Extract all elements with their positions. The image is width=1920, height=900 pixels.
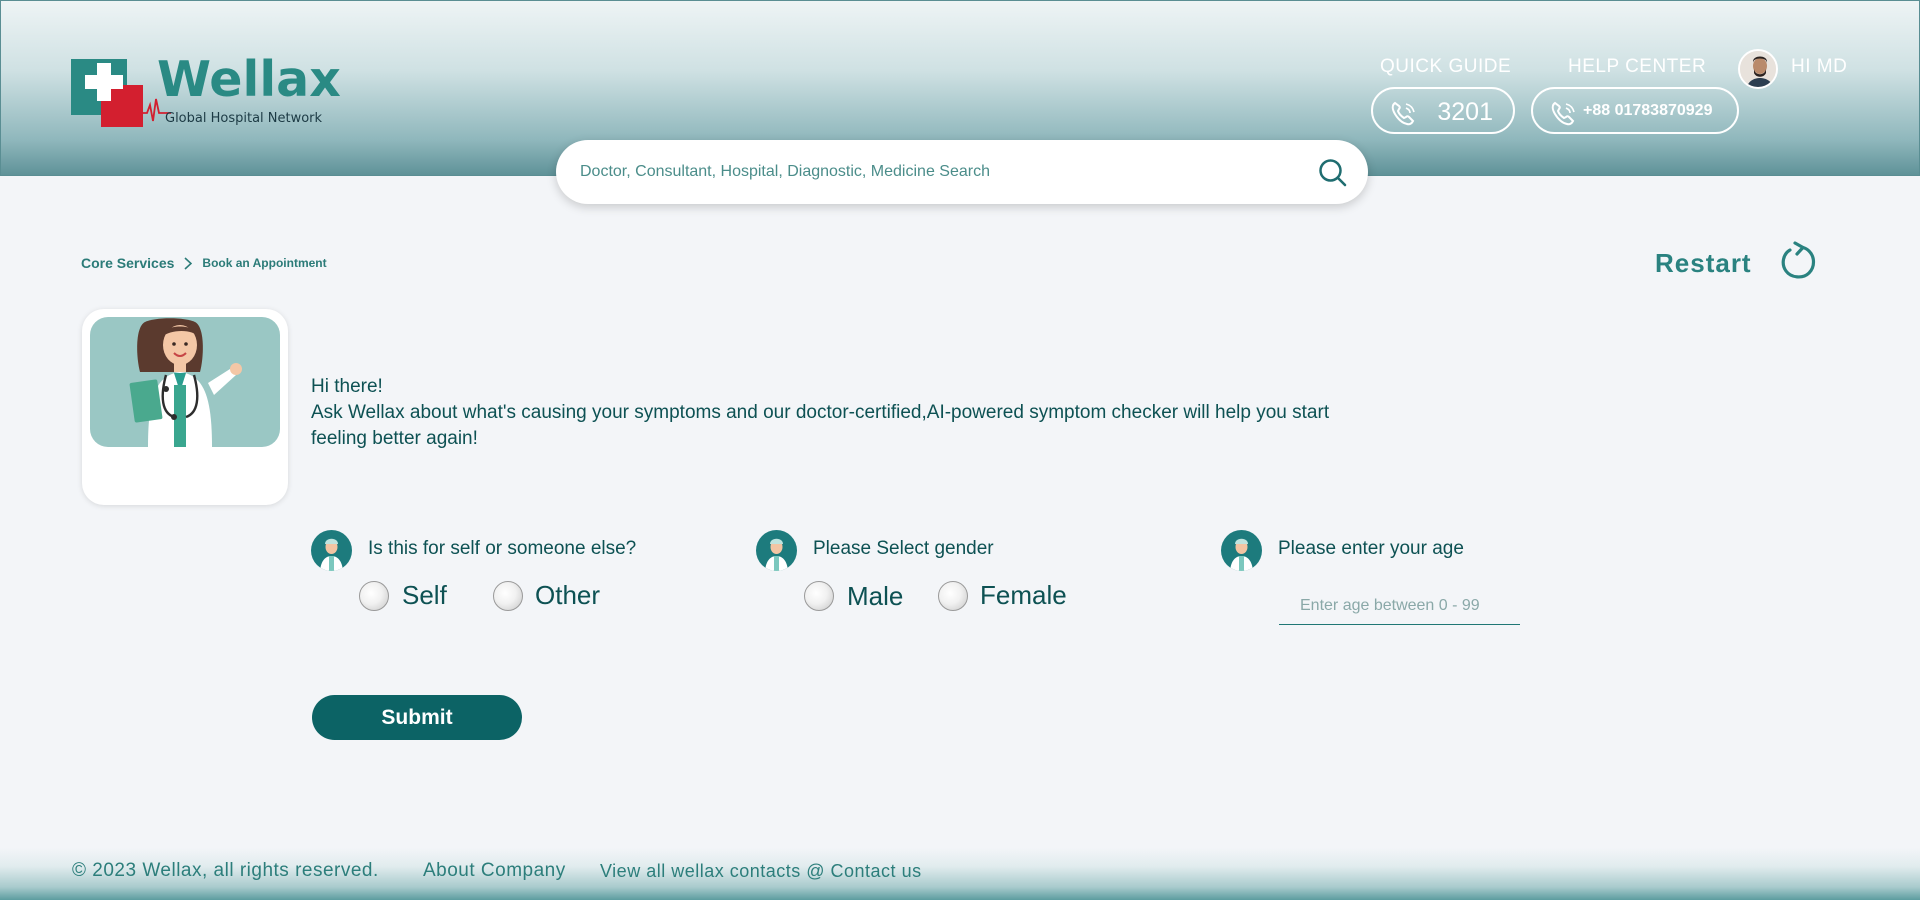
- other-radio[interactable]: [493, 581, 523, 611]
- doctor-avatar-icon: [756, 530, 797, 571]
- chevron-right-icon: [184, 256, 193, 270]
- breadcrumb: Core Services Book an Appointment: [81, 255, 327, 271]
- doctor-illustration: [90, 317, 280, 447]
- submit-button[interactable]: Submit: [312, 695, 522, 740]
- intro-greeting: Hi there!: [311, 376, 383, 397]
- refresh-icon[interactable]: [1778, 240, 1818, 282]
- phone-icon: [1391, 101, 1415, 126]
- brand-tagline: Global Hospital Network: [165, 111, 323, 126]
- age-input[interactable]: [1279, 587, 1520, 625]
- about-company-link[interactable]: About Company: [423, 860, 566, 882]
- help-center-label: HELP CENTER: [1568, 56, 1707, 77]
- doctor-avatar-icon: [311, 530, 352, 571]
- question-who-text: Is this for self or someone else?: [368, 538, 637, 559]
- female-option-label[interactable]: Female: [980, 580, 1067, 611]
- breadcrumb-book-appointment[interactable]: Book an Appointment: [202, 256, 326, 270]
- doctor-assistant-card: [82, 309, 288, 505]
- other-option-label[interactable]: Other: [535, 580, 600, 611]
- doctor-avatar-icon: [1221, 530, 1262, 571]
- search-input[interactable]: [580, 158, 1280, 186]
- question-gender-text: Please Select gender: [813, 538, 994, 559]
- restart-button[interactable]: Restart: [1655, 248, 1752, 279]
- user-photo-icon: [1740, 51, 1776, 87]
- user-greeting: HI MD: [1791, 56, 1848, 77]
- quick-guide-phone-button[interactable]: 3201: [1371, 87, 1515, 134]
- self-radio[interactable]: [359, 581, 389, 611]
- intro-text: Ask Wellax about what's causing your sym…: [311, 402, 1330, 449]
- copyright-text: © 2023 Wellax, all rights reserved.: [72, 860, 379, 881]
- female-radio[interactable]: [938, 581, 968, 611]
- help-center-number: +88 01783870929: [1583, 102, 1713, 119]
- question-age-text: Please enter your age: [1278, 538, 1464, 559]
- help-center-phone-button[interactable]: +88 01783870929: [1531, 87, 1739, 134]
- search-bar: [556, 140, 1368, 204]
- self-option-label[interactable]: Self: [402, 580, 447, 611]
- contact-us-link[interactable]: View all wellax contacts @ Contact us: [600, 861, 922, 882]
- male-radio[interactable]: [804, 581, 834, 611]
- phone-icon: [1551, 101, 1575, 126]
- quick-guide-label: QUICK GUIDE: [1380, 56, 1512, 77]
- intro-message: Hi there! Ask Wellax about what's causin…: [311, 374, 1371, 452]
- user-avatar[interactable]: [1738, 49, 1778, 89]
- wellax-logo[interactable]: Wellax Global Hospital Network: [71, 51, 341, 135]
- medical-cross-logo-icon: [71, 59, 171, 127]
- male-option-label[interactable]: Male: [847, 581, 903, 612]
- quick-guide-number: 3201: [1437, 98, 1493, 126]
- brand-name: Wellax: [157, 51, 341, 108]
- search-icon[interactable]: [1318, 158, 1348, 188]
- breadcrumb-core-services[interactable]: Core Services: [81, 255, 174, 271]
- doctor-icon: [129, 318, 242, 447]
